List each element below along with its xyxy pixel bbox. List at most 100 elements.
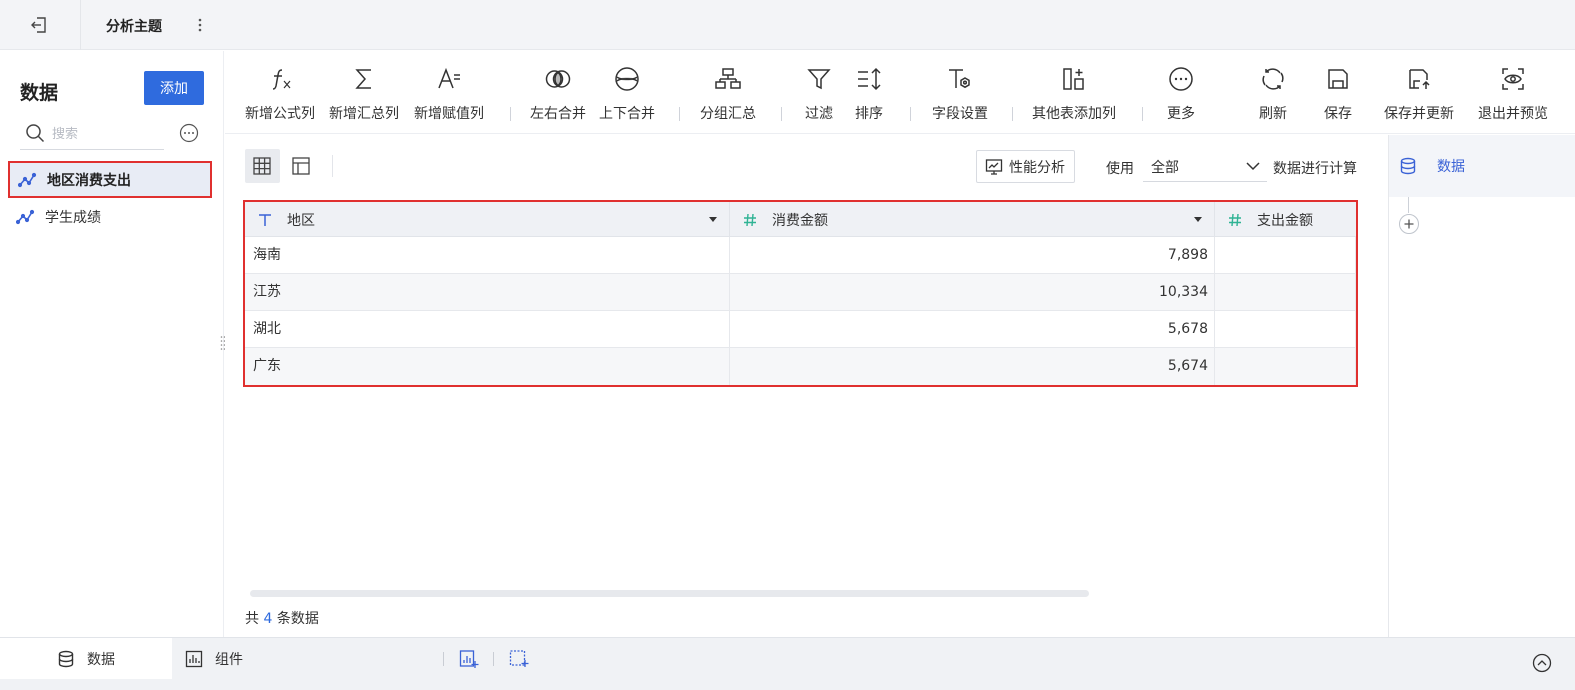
table-row: 海南 7,898 [245,237,1356,274]
page-title: 分析主题 [106,19,162,35]
caret-down-icon[interactable] [1194,217,1202,223]
text-type-icon [257,212,273,228]
table-header: 地区 消费金额 支出金额 [245,202,1356,237]
cell-expense [1215,274,1356,311]
use-label: 使用 [1106,161,1134,177]
refresh-button[interactable]: 刷新 [1259,65,1287,127]
database-icon [57,650,75,668]
toolbar-divider [1142,107,1143,121]
bottom-divider [443,652,444,666]
cell-amount: 7,898 [730,237,1215,274]
cell-amount: 5,678 [730,311,1215,348]
sort-button[interactable]: 排序 [855,65,883,127]
add-summary-column-button[interactable]: 新增汇总列 [329,65,399,127]
save-button[interactable]: 保存 [1324,65,1352,127]
search-icon [25,123,45,143]
panel-title: 数据 [20,82,59,104]
data-table: 地区 消费金额 支出金额 海南 7,898 江苏 10,334 湖北 5,678… [243,200,1358,387]
dataset-item[interactable]: 学生成绩 [8,198,212,235]
dataset-icon [18,170,38,190]
horizontal-scrollbar[interactable] [250,590,1089,597]
toolbar-label: 其他表添加列 [1032,106,1116,122]
preview-icon [1499,65,1527,93]
cell-amount: 5,674 [730,348,1215,385]
refresh-icon [1259,65,1287,93]
toolbar-label: 排序 [855,106,883,122]
dataset-item-active[interactable]: 地区消费支出 [8,161,212,198]
add-data-button[interactable]: 添加 [144,71,204,105]
save-icon [1324,65,1352,93]
toolbar-label: 保存并更新 [1384,106,1454,122]
cell-region: 湖北 [245,311,730,348]
exit-and-preview-button[interactable]: 退出并预览 [1478,65,1548,127]
bottom-divider [493,652,494,666]
topbar-divider [80,0,81,50]
chevron-down-icon [1245,158,1261,174]
data-step-node[interactable]: 数据 [1389,135,1575,197]
layout-icon[interactable] [291,156,311,176]
database-icon [1399,157,1417,175]
dataset-label: 地区消费支出 [47,172,131,189]
field-settings-button[interactable]: 字段设置 [932,65,988,127]
merge-horizontal-icon [544,65,572,93]
row-count-suffix: 条数据 [276,611,319,627]
column-header-region[interactable]: 地区 [245,202,730,237]
add-component-icon[interactable] [459,649,479,669]
toolbar-label: 更多 [1167,106,1195,122]
add-formula-column-button[interactable]: 新增公式列 [245,65,315,127]
performance-label: 性能分析 [1009,159,1065,176]
search-input[interactable] [52,123,160,145]
filter-icon [805,65,833,93]
toolbar: 新增公式列 新增汇总列 新增赋值列 左右合并 上下合并 分组汇总 过滤 排序 字… [225,51,1575,134]
number-type-icon [742,212,758,228]
caret-down-icon[interactable] [709,217,717,223]
performance-analysis-button[interactable]: 性能分析 [976,150,1075,183]
tab-label: 组件 [215,651,243,668]
add-step-icon[interactable] [1399,214,1419,234]
add-dashboard-icon[interactable] [509,649,529,669]
row-count: 共 4 条数据 [245,608,319,628]
grid-view-toggle[interactable] [245,149,280,183]
toolbar-label: 过滤 [805,106,833,122]
collapse-up-icon[interactable] [1532,653,1552,673]
assign-icon [435,65,463,93]
column-header-amount[interactable]: 消费金额 [730,202,1215,237]
group-summary-button[interactable]: 分组汇总 [700,65,756,127]
kebab-icon[interactable] [194,14,206,36]
column-label: 地区 [287,212,315,229]
performance-icon [985,158,1003,176]
more-button[interactable]: 更多 [1167,65,1195,127]
view-divider [332,155,333,177]
field-settings-icon [946,65,974,93]
more-options-icon[interactable] [179,123,199,143]
sort-icon [855,65,883,93]
filter-button[interactable]: 过滤 [805,65,833,127]
toolbar-divider [910,107,911,121]
add-column-from-other-table-button[interactable]: 其他表添加列 [1032,65,1116,127]
merge-horizontal-button[interactable]: 左右合并 [530,65,586,127]
table-row: 江苏 10,334 [245,274,1356,311]
toolbar-divider [510,107,511,121]
top-bar: 分析主题 [0,0,1575,50]
number-type-icon [1227,212,1243,228]
dataset-icon [16,207,36,227]
column-header-expense[interactable]: 支出金额 [1215,202,1356,237]
toolbar-label: 字段设置 [932,106,988,122]
save-and-update-button[interactable]: 保存并更新 [1384,65,1454,127]
row-count-prefix: 共 [245,611,259,627]
group-icon [714,65,742,93]
tab-components[interactable]: 组件 [185,638,243,679]
merge-vertical-button[interactable]: 上下合并 [599,65,655,127]
cell-region: 广东 [245,348,730,385]
toolbar-label: 新增公式列 [245,106,315,122]
add-assign-column-button[interactable]: 新增赋值列 [414,65,484,127]
data-panel: 数据 添加 地区消费支出 [0,51,224,637]
more-icon [1167,65,1195,93]
cell-expense [1215,237,1356,274]
cell-amount: 10,334 [730,274,1215,311]
exit-icon[interactable] [28,14,50,36]
tab-data[interactable]: 数据 [0,638,172,679]
add-column-icon [1060,65,1088,93]
data-scope-select[interactable]: 全部 [1143,151,1267,182]
toolbar-divider [1012,107,1013,121]
